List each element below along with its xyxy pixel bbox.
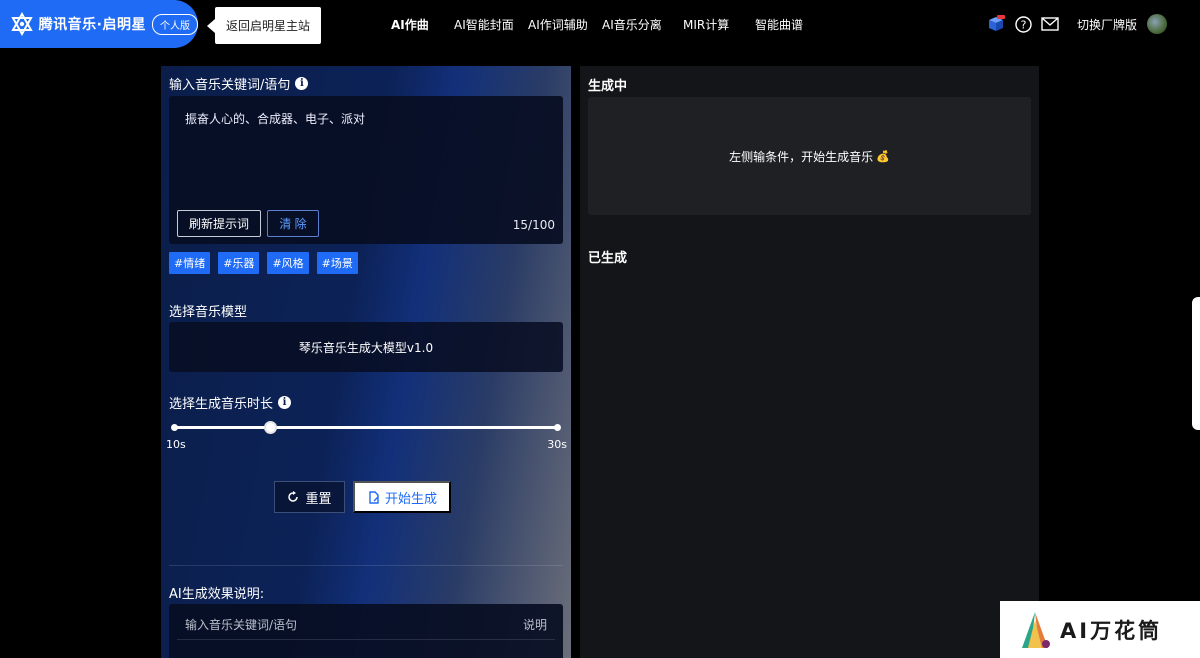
tag-list: #情绪 #乐器 #风格 #场景 <box>169 252 358 274</box>
output-panel: 生成中 左侧输条件，开始生成音乐 💰 已生成 <box>580 66 1039 658</box>
duration-section-label: 选择生成音乐时长 i <box>169 393 292 412</box>
slider-thumb[interactable] <box>263 421 277 434</box>
start-button-label: 开始生成 <box>384 490 437 506</box>
document-edit-icon <box>369 490 379 504</box>
clear-button[interactable]: 清 除 <box>267 210 319 237</box>
prompt-value: 振奋人心的、合成器、电子、派对 <box>185 112 366 126</box>
refresh-icon <box>288 491 299 502</box>
refresh-prompt-button[interactable]: 刷新提示词 <box>177 210 261 237</box>
explain-table: 输入音乐关键词/语句 说明 <box>169 604 563 658</box>
tag-instrument[interactable]: #乐器 <box>218 252 260 274</box>
info-icon[interactable]: i <box>295 77 309 90</box>
model-section-label: 选择音乐模型 <box>169 305 248 320</box>
nav-smart-score[interactable]: 智能曲谱 <box>755 16 803 33</box>
reset-button[interactable]: 重置 <box>274 481 345 513</box>
nav-ai-compose[interactable]: AI作曲 <box>391 16 429 33</box>
watermark-text: AI万花筒 <box>1060 618 1163 643</box>
duration-slider[interactable] <box>171 421 561 434</box>
keyword-label-text: 输入音乐关键词/语句 <box>169 78 291 93</box>
slider-min-label: 10s <box>166 438 186 451</box>
gift-box-icon[interactable] <box>987 15 1005 33</box>
nav-mir-compute[interactable]: MIR计算 <box>683 16 729 33</box>
explain-col-keyword: 输入音乐关键词/语句 <box>185 618 298 632</box>
table-header-divider <box>177 639 555 640</box>
tag-scene[interactable]: #场景 <box>316 252 358 274</box>
avatar[interactable] <box>1147 14 1167 34</box>
generating-hint-text: 左侧输条件，开始生成音乐 <box>729 149 874 164</box>
explain-section-label: AI生成效果说明: <box>169 587 265 602</box>
generating-placeholder: 左侧输条件，开始生成音乐 💰 <box>588 97 1031 215</box>
slider-max-label: 30s <box>547 438 567 451</box>
divider <box>169 565 563 566</box>
watermark-logo-icon <box>1022 611 1050 648</box>
info-icon[interactable]: i <box>278 396 292 409</box>
nav-ai-lyrics[interactable]: AI作词辅助 <box>528 16 588 33</box>
reset-button-label: 重置 <box>305 490 332 506</box>
duration-label-text: 选择生成音乐时长 <box>169 397 274 412</box>
nav-ai-separation[interactable]: AI音乐分离 <box>602 16 662 33</box>
model-select[interactable]: 琴乐音乐生成大模型v1.0 <box>169 322 563 372</box>
mail-icon[interactable] <box>1041 15 1059 33</box>
slider-min-dot <box>171 424 178 431</box>
nav-ai-cover[interactable]: AI智能封面 <box>454 16 514 33</box>
header-actions: ? 切换厂牌版 <box>987 0 1200 48</box>
explain-col-desc: 说明 <box>522 618 547 632</box>
keyword-section-label: 输入音乐关键词/语句 i <box>169 74 309 93</box>
svg-text:?: ? <box>1021 18 1027 31</box>
start-generate-button[interactable]: 开始生成 <box>353 481 451 513</box>
generated-section-label: 已生成 <box>588 251 628 266</box>
help-icon[interactable]: ? <box>1015 15 1033 33</box>
watermark: AI万花筒 <box>1000 601 1200 658</box>
generating-section-label: 生成中 <box>588 79 628 94</box>
input-panel: 输入音乐关键词/语句 i 振奋人心的、合成器、电子、派对 刷新提示词 清 除 1… <box>161 66 571 658</box>
tag-emotion[interactable]: #情绪 <box>169 252 211 274</box>
side-drawer-handle[interactable] <box>1192 297 1200 430</box>
prompt-textarea[interactable]: 振奋人心的、合成器、电子、派对 刷新提示词 清 除 15/100 <box>169 96 563 244</box>
slider-max-dot <box>554 424 561 431</box>
tag-style[interactable]: #风格 <box>267 252 309 274</box>
money-bag-icon: 💰 <box>876 149 890 163</box>
switch-label-edition-link[interactable]: 切换厂牌版 <box>1077 16 1137 33</box>
char-count: 15/100 <box>512 218 555 232</box>
